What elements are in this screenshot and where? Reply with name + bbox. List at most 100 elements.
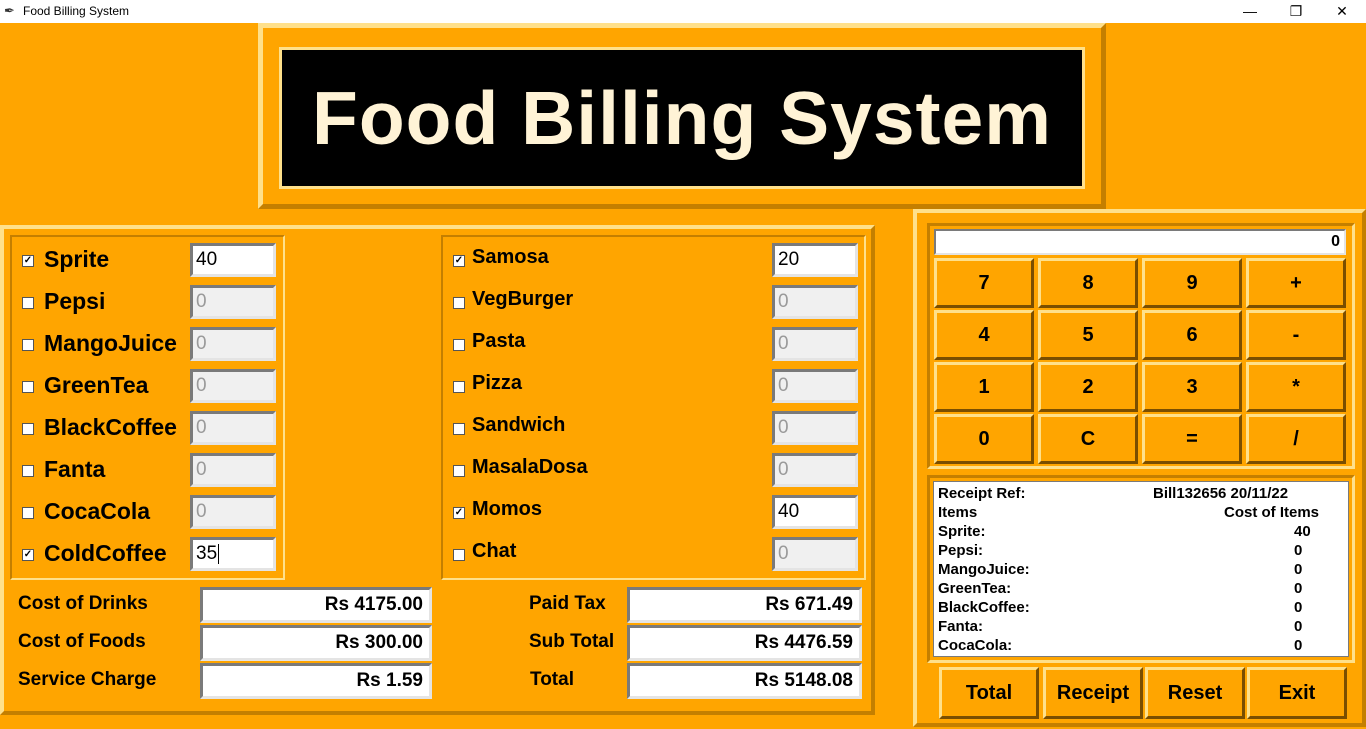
calc-key-multiply[interactable]: * <box>1246 362 1346 412</box>
pasta-checkbox[interactable] <box>453 339 465 351</box>
receipt-item-name: BlackCoffee: <box>938 599 1030 616</box>
mangojuice-quantity-input[interactable]: 0 <box>190 327 276 361</box>
calc-key-clear[interactable]: C <box>1038 414 1138 464</box>
sandwich-checkbox[interactable] <box>453 423 465 435</box>
sprite-checkbox[interactable]: ✓ <box>22 255 34 267</box>
title-frame: Food Billing System <box>258 23 1106 209</box>
total-field[interactable]: Rs 5148.08 <box>627 663 862 699</box>
masaladosa-checkbox[interactable] <box>453 465 465 477</box>
pepsi-quantity-input[interactable]: 0 <box>190 285 276 319</box>
coldcoffee-checkbox[interactable]: ✓ <box>22 549 34 561</box>
reset-button[interactable]: Reset <box>1145 667 1245 719</box>
cocacola-checkbox[interactable] <box>22 507 34 519</box>
foods-panel: ✓ Samosa 20 VegBurger 0 Pasta 0 Pizza 0 Sandwich 0… <box>441 235 866 580</box>
samosa-quantity-value: 20 <box>778 249 800 270</box>
pepsi-checkbox[interactable] <box>22 297 34 309</box>
samosa-checkbox[interactable]: ✓ <box>453 255 465 267</box>
greentea-quantity-input[interactable]: 0 <box>190 369 276 403</box>
title-banner: Food Billing System <box>275 43 1089 193</box>
pepsi-quantity-value: 0 <box>196 291 207 312</box>
pasta-quantity-input[interactable]: 0 <box>772 327 858 361</box>
calc-key-minus[interactable]: - <box>1246 310 1346 360</box>
service-charge-field[interactable]: Rs 1.59 <box>200 663 432 699</box>
coldcoffee-quantity-input[interactable]: 35 <box>190 537 276 571</box>
receipt-ref-label: Receipt Ref: <box>938 485 1026 502</box>
receipt-button[interactable]: Receipt <box>1043 667 1143 719</box>
momos-checkbox[interactable]: ✓ <box>453 507 465 519</box>
samosa-quantity-input[interactable]: 20 <box>772 243 858 277</box>
calc-key-4[interactable]: 4 <box>934 310 1034 360</box>
sprite-label: Sprite <box>44 246 110 272</box>
calc-key-2[interactable]: 2 <box>1038 362 1138 412</box>
receipt-item-name: Fanta: <box>938 618 983 635</box>
blackcoffee-quantity-input[interactable]: 0 <box>190 411 276 445</box>
text-cursor <box>218 543 220 564</box>
order-frame: ✓ Sprite 40 Pepsi 0 MangoJuice 0 GreenTea 0 Black… <box>0 225 875 715</box>
blackcoffee-checkbox[interactable] <box>22 423 34 435</box>
action-bar: Total Receipt Reset Exit <box>927 667 1355 723</box>
sub-total-field[interactable]: Rs 4476.59 <box>627 625 862 661</box>
receipt-items-header: Items <box>938 504 978 521</box>
pasta-label: Pasta <box>472 330 526 352</box>
mangojuice-checkbox[interactable] <box>22 339 34 351</box>
total-button[interactable]: Total <box>939 667 1039 719</box>
calc-key-6[interactable]: 6 <box>1142 310 1242 360</box>
chat-checkbox[interactable] <box>453 549 465 561</box>
sprite-quantity-input[interactable]: 40 <box>190 243 276 277</box>
calc-key-8[interactable]: 8 <box>1038 258 1138 308</box>
vegburger-checkbox[interactable] <box>453 297 465 309</box>
greentea-checkbox[interactable] <box>22 381 34 393</box>
chat-label: Chat <box>472 540 517 562</box>
restore-icon[interactable]: ❐ <box>1273 0 1319 23</box>
calc-key-0[interactable]: 0 <box>934 414 1034 464</box>
window-title: Food Billing System <box>23 4 130 18</box>
minimize-icon[interactable]: — <box>1227 0 1273 23</box>
pizza-checkbox[interactable] <box>453 381 465 393</box>
fanta-checkbox[interactable] <box>22 465 34 477</box>
calc-key-equals[interactable]: = <box>1142 414 1242 464</box>
receipt-text[interactable]: Receipt Ref: Bill132656 20/11/22 Items C… <box>933 481 1349 657</box>
receipt-item-cost: 40 <box>1294 523 1311 540</box>
mangojuice-quantity-value: 0 <box>196 333 207 354</box>
side-frame: 0 7 8 9 +4 5 6-1 2 3 * 0 C = / Receipt Ref: Bill1326… <box>913 209 1366 727</box>
pepsi-label: Pepsi <box>44 288 106 314</box>
calc-key-1[interactable]: 1 <box>934 362 1034 412</box>
calc-key-plus[interactable]: + <box>1246 258 1346 308</box>
cost-foods-field[interactable]: Rs 300.00 <box>200 625 432 661</box>
receipt-item-cost: 0 <box>1294 542 1303 559</box>
receipt-item-name: MangoJuice: <box>938 561 1030 578</box>
chat-quantity-input[interactable]: 0 <box>772 537 858 571</box>
cocacola-quantity-value: 0 <box>196 501 207 522</box>
calc-key-divide[interactable]: / <box>1246 414 1346 464</box>
cost-drinks-field[interactable]: Rs 4175.00 <box>200 587 432 623</box>
mangojuice-label: MangoJuice <box>44 330 177 356</box>
close-icon[interactable]: ✕ <box>1319 0 1365 23</box>
receipt-item-cost: 0 <box>1294 580 1303 597</box>
cocacola-quantity-input[interactable]: 0 <box>190 495 276 529</box>
receipt-item-name: GreenTea: <box>938 580 1012 597</box>
receipt-item-cost: 0 <box>1294 599 1303 616</box>
exit-button[interactable]: Exit <box>1247 667 1347 719</box>
fanta-quantity-input[interactable]: 0 <box>190 453 276 487</box>
page-title: Food Billing System <box>312 76 1052 160</box>
calc-key-7[interactable]: 7 <box>934 258 1034 308</box>
greentea-label: GreenTea <box>44 372 149 398</box>
momos-quantity-input[interactable]: 40 <box>772 495 858 529</box>
sub-total-label: Sub Total <box>529 631 615 652</box>
vegburger-quantity-input[interactable]: 0 <box>772 285 858 319</box>
coldcoffee-label: ColdCoffee <box>44 540 167 566</box>
fanta-label: Fanta <box>44 456 106 482</box>
masaladosa-quantity-input[interactable]: 0 <box>772 453 858 487</box>
calculator-display[interactable]: 0 <box>934 229 1346 255</box>
calc-key-5[interactable]: 5 <box>1038 310 1138 360</box>
sandwich-quantity-input[interactable]: 0 <box>772 411 858 445</box>
fanta-quantity-value: 0 <box>196 459 207 480</box>
receipt-item-cost: 0 <box>1294 561 1303 578</box>
calc-key-9[interactable]: 9 <box>1142 258 1242 308</box>
pizza-quantity-input[interactable]: 0 <box>772 369 858 403</box>
paid-tax-field[interactable]: Rs 671.49 <box>627 587 862 623</box>
calc-key-3[interactable]: 3 <box>1142 362 1242 412</box>
masaladosa-label: MasalaDosa <box>472 456 588 478</box>
blackcoffee-quantity-value: 0 <box>196 417 207 438</box>
app-root: Food Billing System ✓ Sprite 40 Pepsi 0 Mango… <box>0 23 1366 729</box>
